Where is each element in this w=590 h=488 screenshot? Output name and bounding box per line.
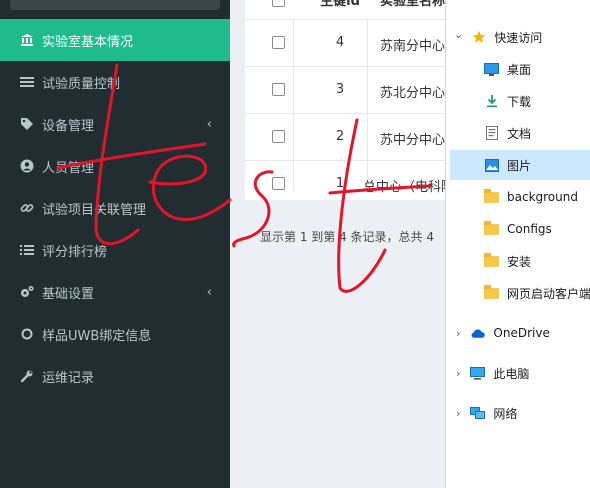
user-circle-icon [20,159,34,173]
nav-pictures[interactable]: 图片 [450,150,590,180]
nav-label: background [507,190,578,204]
nav-documents[interactable]: 文档 [484,118,531,148]
header-id[interactable]: 主键id [315,0,365,9]
folder-icon [484,188,499,203]
nav-label: 文档 [507,126,532,141]
folder-icon [484,284,499,299]
nav-downloads[interactable]: 下载 [484,86,531,116]
list-ol-icon [20,243,34,257]
cell-id: 3 [335,82,345,97]
sidebar-item-basic-settings[interactable]: 基础设置 ‹ [0,271,230,313]
header-lab-name[interactable]: 实验室名称 [380,0,445,9]
nav-onedrive[interactable]: › OneDrive [456,318,550,348]
sidebar-item-test-project-link[interactable]: 试验项目关联管理 [0,187,230,229]
nav-label: 此电脑 [493,366,530,381]
sidebar-search-box[interactable] [10,0,220,10]
chevron-right-icon[interactable]: › [456,327,460,340]
chevron-left-icon: ‹ [206,285,212,300]
nav-label: OneDrive [493,326,550,340]
nav-label: Configs [507,222,552,236]
download-icon [484,94,499,108]
link-icon [20,201,34,215]
nav-folder-configs[interactable]: Configs [484,214,552,244]
file-explorer-pane: ⌄ 快速访问 桌面 下载 文档 图片 background Configs 安装… [445,0,590,488]
nav-folder-background[interactable]: background [484,182,578,212]
chevron-left-icon: ‹ [206,117,212,132]
bank-icon [20,33,34,47]
nav-label: 图片 [507,158,532,173]
nav-label: 安装 [507,254,532,269]
row-checkbox[interactable] [272,177,285,190]
nav-network[interactable]: › 网络 [456,398,517,428]
table-row[interactable]: 1 总中心（电科院 [245,161,445,200]
picture-icon [484,158,499,172]
sidebar-item-quality-control[interactable]: 试验质量控制 [0,61,230,103]
sidebar-item-label: 基础设置 [42,286,95,302]
cloud-icon [470,326,486,340]
cell-id: 2 [335,129,345,144]
document-icon [484,126,499,140]
nav-label: 快速访问 [494,30,543,45]
table-row[interactable]: 2 苏中分中心 [245,114,445,161]
sidebar-item-ranking[interactable]: 评分排行榜 [0,229,230,271]
chevron-down-icon[interactable]: ⌄ [454,28,463,41]
pc-icon [470,366,486,380]
sidebar-item-label: 评分排行榜 [42,244,108,260]
sidebar-item-uwb-binding[interactable]: 样品UWB绑定信息 [0,313,230,355]
network-icon [470,406,486,420]
table-header-row: 主键id 实验室名称 [245,0,445,20]
circle-icon [20,327,34,341]
sidebar-item-personnel[interactable]: 人员管理 [0,145,230,187]
nav-label: 网络 [493,406,518,421]
sidebar-item-lab-info[interactable]: 实验室基本情况 [0,19,230,61]
nav-folder-install[interactable]: 安装 [484,246,531,276]
nav-this-pc[interactable]: › 此电脑 [456,358,529,388]
cell-id: 1 [335,176,345,191]
nav-quick-access[interactable]: ⌄ 快速访问 [454,22,542,52]
cell-lab-name: 总中心（电科院 [363,180,445,195]
sidebar-item-label: 试验质量控制 [42,76,121,92]
list-icon [20,75,34,89]
star-icon [471,30,486,44]
lab-table: 主键id 实验室名称 4 苏南分中心 3 苏北分中心 2 苏中分中心 1 总中心… [245,0,445,200]
pagination-summary: 显示第 1 到第 4 条记录，总共 4 [260,230,434,244]
sidebar-item-label: 试验项目关联管理 [42,202,147,218]
cell-lab-name: 苏南分中心 [380,39,445,54]
nav-label: 下载 [507,94,532,109]
nav-label: 网页启动客户端 [507,286,590,301]
sidebar-menu: 实验室基本情况 试验质量控制 设备管理 ‹ 人员管理 试验项目关联管理 评分排行… [0,0,230,488]
sidebar-item-label: 人员管理 [42,160,95,176]
select-all-checkbox[interactable] [272,0,285,7]
row-checkbox[interactable] [272,130,285,143]
nav-label: 桌面 [507,62,532,77]
folder-icon [484,252,499,267]
cell-lab-name: 苏中分中心 [380,133,445,148]
chevron-right-icon[interactable]: › [456,407,460,420]
sidebar-item-label: 样品UWB绑定信息 [42,328,152,344]
sidebar-item-label: 运维记录 [42,370,95,386]
cell-id: 4 [335,35,345,50]
table-row[interactable]: 4 苏南分中心 [245,20,445,67]
sidebar-item-maintenance[interactable]: 运维记录 [0,355,230,397]
tags-icon [20,117,34,131]
row-checkbox[interactable] [272,83,285,96]
main-content: 主键id 实验室名称 4 苏南分中心 3 苏北分中心 2 苏中分中心 1 总中心… [230,0,445,488]
nav-desktop[interactable]: 桌面 [484,54,531,84]
sidebar-item-equipment[interactable]: 设备管理 ‹ [0,103,230,145]
folder-icon [484,220,499,235]
wrench-icon [20,369,34,383]
nav-folder-web-client[interactable]: 网页启动客户端 [484,278,590,308]
table-row[interactable]: 3 苏北分中心 [245,67,445,114]
sidebar-item-label: 实验室基本情况 [42,34,134,50]
cogs-icon [20,285,34,299]
sidebar-item-label: 设备管理 [42,118,95,134]
chevron-right-icon[interactable]: › [456,367,460,380]
desktop-icon [484,62,499,76]
row-checkbox[interactable] [272,36,285,49]
cell-lab-name: 苏北分中心 [380,86,445,101]
